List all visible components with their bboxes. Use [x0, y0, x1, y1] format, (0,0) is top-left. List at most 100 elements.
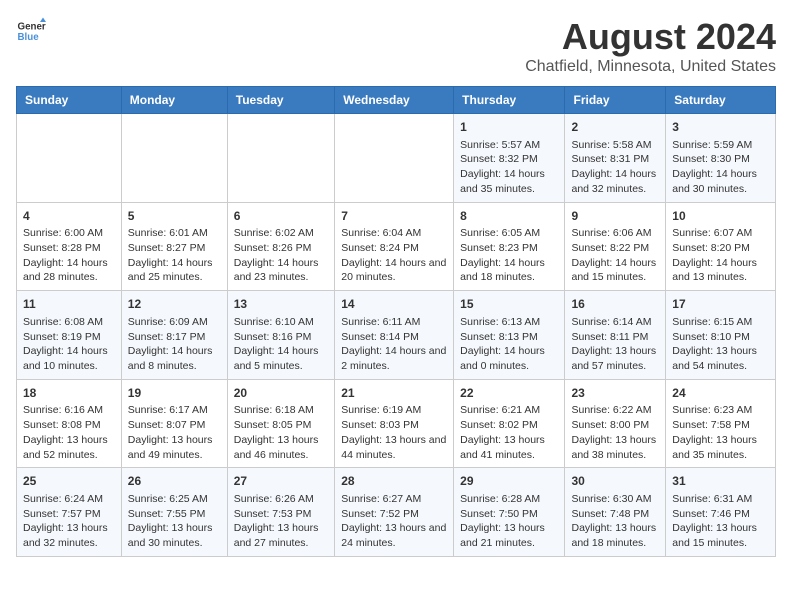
- day-info: Daylight: 13 hours and 24 minutes.: [341, 521, 447, 550]
- main-title: August 2024: [525, 16, 776, 58]
- day-number: 20: [234, 385, 328, 402]
- day-number: 12: [128, 296, 221, 313]
- day-info: Sunset: 8:10 PM: [672, 330, 769, 345]
- day-cell: 20Sunrise: 6:18 AMSunset: 8:05 PMDayligh…: [227, 379, 334, 468]
- day-info: Sunset: 8:08 PM: [23, 418, 115, 433]
- day-cell: 23Sunrise: 6:22 AMSunset: 8:00 PMDayligh…: [565, 379, 666, 468]
- day-info: Sunset: 8:27 PM: [128, 241, 221, 256]
- day-info: Sunset: 8:23 PM: [460, 241, 558, 256]
- day-info: Sunrise: 6:18 AM: [234, 403, 328, 418]
- week-row-5: 25Sunrise: 6:24 AMSunset: 7:57 PMDayligh…: [17, 468, 776, 557]
- day-cell: 5Sunrise: 6:01 AMSunset: 8:27 PMDaylight…: [121, 202, 227, 291]
- day-number: 18: [23, 385, 115, 402]
- day-cell: [121, 114, 227, 203]
- day-cell: 15Sunrise: 6:13 AMSunset: 8:13 PMDayligh…: [454, 291, 565, 380]
- header-cell-saturday: Saturday: [666, 87, 776, 114]
- header-cell-sunday: Sunday: [17, 87, 122, 114]
- day-info: Sunrise: 6:11 AM: [341, 315, 447, 330]
- week-row-1: 1Sunrise: 5:57 AMSunset: 8:32 PMDaylight…: [17, 114, 776, 203]
- day-info: Sunset: 7:50 PM: [460, 507, 558, 522]
- day-info: Sunrise: 6:07 AM: [672, 226, 769, 241]
- day-info: Sunset: 7:53 PM: [234, 507, 328, 522]
- day-info: Sunset: 8:07 PM: [128, 418, 221, 433]
- day-cell: 19Sunrise: 6:17 AMSunset: 8:07 PMDayligh…: [121, 379, 227, 468]
- day-cell: 21Sunrise: 6:19 AMSunset: 8:03 PMDayligh…: [335, 379, 454, 468]
- day-info: Sunrise: 6:06 AM: [571, 226, 659, 241]
- day-info: Sunset: 8:17 PM: [128, 330, 221, 345]
- day-info: Sunset: 8:30 PM: [672, 152, 769, 167]
- day-info: Daylight: 14 hours and 23 minutes.: [234, 256, 328, 285]
- day-number: 1: [460, 119, 558, 136]
- day-info: Sunset: 7:58 PM: [672, 418, 769, 433]
- day-number: 24: [672, 385, 769, 402]
- header-cell-tuesday: Tuesday: [227, 87, 334, 114]
- day-cell: [335, 114, 454, 203]
- day-info: Sunrise: 6:05 AM: [460, 226, 558, 241]
- day-cell: 1 Sunrise: 5:57 AMSunset: 8:32 PMDaylight…: [454, 114, 565, 203]
- day-info: Sunrise: 5:59 AM: [672, 138, 769, 153]
- day-number: 25: [23, 473, 115, 490]
- day-cell: 14Sunrise: 6:11 AMSunset: 8:14 PMDayligh…: [335, 291, 454, 380]
- day-cell: 6Sunrise: 6:02 AMSunset: 8:26 PMDaylight…: [227, 202, 334, 291]
- day-info: Daylight: 13 hours and 21 minutes.: [460, 521, 558, 550]
- day-number: 22: [460, 385, 558, 402]
- day-number: 6: [234, 208, 328, 225]
- day-info: Sunset: 8:24 PM: [341, 241, 447, 256]
- day-info: Daylight: 14 hours and 13 minutes.: [672, 256, 769, 285]
- day-number: 10: [672, 208, 769, 225]
- day-info: Sunset: 7:55 PM: [128, 507, 221, 522]
- day-cell: 2Sunrise: 5:58 AMSunset: 8:31 PMDaylight…: [565, 114, 666, 203]
- day-info: Sunset: 8:31 PM: [571, 152, 659, 167]
- day-info: Daylight: 14 hours and 2 minutes.: [341, 344, 447, 373]
- day-info: Sunset: 8:32 PM: [460, 152, 558, 167]
- day-info: Sunset: 8:16 PM: [234, 330, 328, 345]
- day-number: 13: [234, 296, 328, 313]
- day-info: Sunset: 8:13 PM: [460, 330, 558, 345]
- day-info: Sunset: 8:20 PM: [672, 241, 769, 256]
- day-info: Daylight: 13 hours and 27 minutes.: [234, 521, 328, 550]
- day-info: Sunset: 7:48 PM: [571, 507, 659, 522]
- week-row-2: 4Sunrise: 6:00 AMSunset: 8:28 PMDaylight…: [17, 202, 776, 291]
- day-cell: 31Sunrise: 6:31 AMSunset: 7:46 PMDayligh…: [666, 468, 776, 557]
- day-info: Daylight: 13 hours and 41 minutes.: [460, 433, 558, 462]
- day-cell: 22Sunrise: 6:21 AMSunset: 8:02 PMDayligh…: [454, 379, 565, 468]
- day-cell: 8Sunrise: 6:05 AMSunset: 8:23 PMDaylight…: [454, 202, 565, 291]
- header: General Blue August 2024 Chatfield, Minn…: [16, 16, 776, 76]
- day-info: Daylight: 14 hours and 20 minutes.: [341, 256, 447, 285]
- day-info: Sunrise: 5:58 AM: [571, 138, 659, 153]
- day-info: Sunrise: 6:26 AM: [234, 492, 328, 507]
- day-cell: 3Sunrise: 5:59 AMSunset: 8:30 PMDaylight…: [666, 114, 776, 203]
- day-info: Daylight: 14 hours and 18 minutes.: [460, 256, 558, 285]
- day-number: 5: [128, 208, 221, 225]
- day-info: Sunrise: 6:14 AM: [571, 315, 659, 330]
- svg-text:Blue: Blue: [18, 32, 40, 43]
- day-info: Sunset: 8:11 PM: [571, 330, 659, 345]
- day-info: Daylight: 13 hours and 15 minutes.: [672, 521, 769, 550]
- day-cell: 10Sunrise: 6:07 AMSunset: 8:20 PMDayligh…: [666, 202, 776, 291]
- day-info: Daylight: 14 hours and 15 minutes.: [571, 256, 659, 285]
- day-cell: 30Sunrise: 6:30 AMSunset: 7:48 PMDayligh…: [565, 468, 666, 557]
- day-info: Daylight: 14 hours and 30 minutes.: [672, 167, 769, 196]
- day-cell: 28Sunrise: 6:27 AMSunset: 7:52 PMDayligh…: [335, 468, 454, 557]
- day-info: Daylight: 14 hours and 35 minutes.: [460, 167, 558, 196]
- day-cell: 11Sunrise: 6:08 AMSunset: 8:19 PMDayligh…: [17, 291, 122, 380]
- day-number: 8: [460, 208, 558, 225]
- header-row: SundayMondayTuesdayWednesdayThursdayFrid…: [17, 87, 776, 114]
- day-info: Sunrise: 6:08 AM: [23, 315, 115, 330]
- day-cell: 17Sunrise: 6:15 AMSunset: 8:10 PMDayligh…: [666, 291, 776, 380]
- day-info: Daylight: 13 hours and 44 minutes.: [341, 433, 447, 462]
- day-cell: 26Sunrise: 6:25 AMSunset: 7:55 PMDayligh…: [121, 468, 227, 557]
- day-number: 27: [234, 473, 328, 490]
- day-info: Sunset: 8:19 PM: [23, 330, 115, 345]
- day-info: Daylight: 14 hours and 28 minutes.: [23, 256, 115, 285]
- day-info: Sunrise: 5:57 AM: [460, 138, 558, 153]
- day-info: Sunrise: 6:17 AM: [128, 403, 221, 418]
- day-cell: 25Sunrise: 6:24 AMSunset: 7:57 PMDayligh…: [17, 468, 122, 557]
- day-info: Sunrise: 6:28 AM: [460, 492, 558, 507]
- day-info: Daylight: 14 hours and 8 minutes.: [128, 344, 221, 373]
- day-info: Sunset: 8:02 PM: [460, 418, 558, 433]
- day-info: Sunset: 8:00 PM: [571, 418, 659, 433]
- week-row-4: 18Sunrise: 6:16 AMSunset: 8:08 PMDayligh…: [17, 379, 776, 468]
- day-cell: 16Sunrise: 6:14 AMSunset: 8:11 PMDayligh…: [565, 291, 666, 380]
- day-info: Sunrise: 6:24 AM: [23, 492, 115, 507]
